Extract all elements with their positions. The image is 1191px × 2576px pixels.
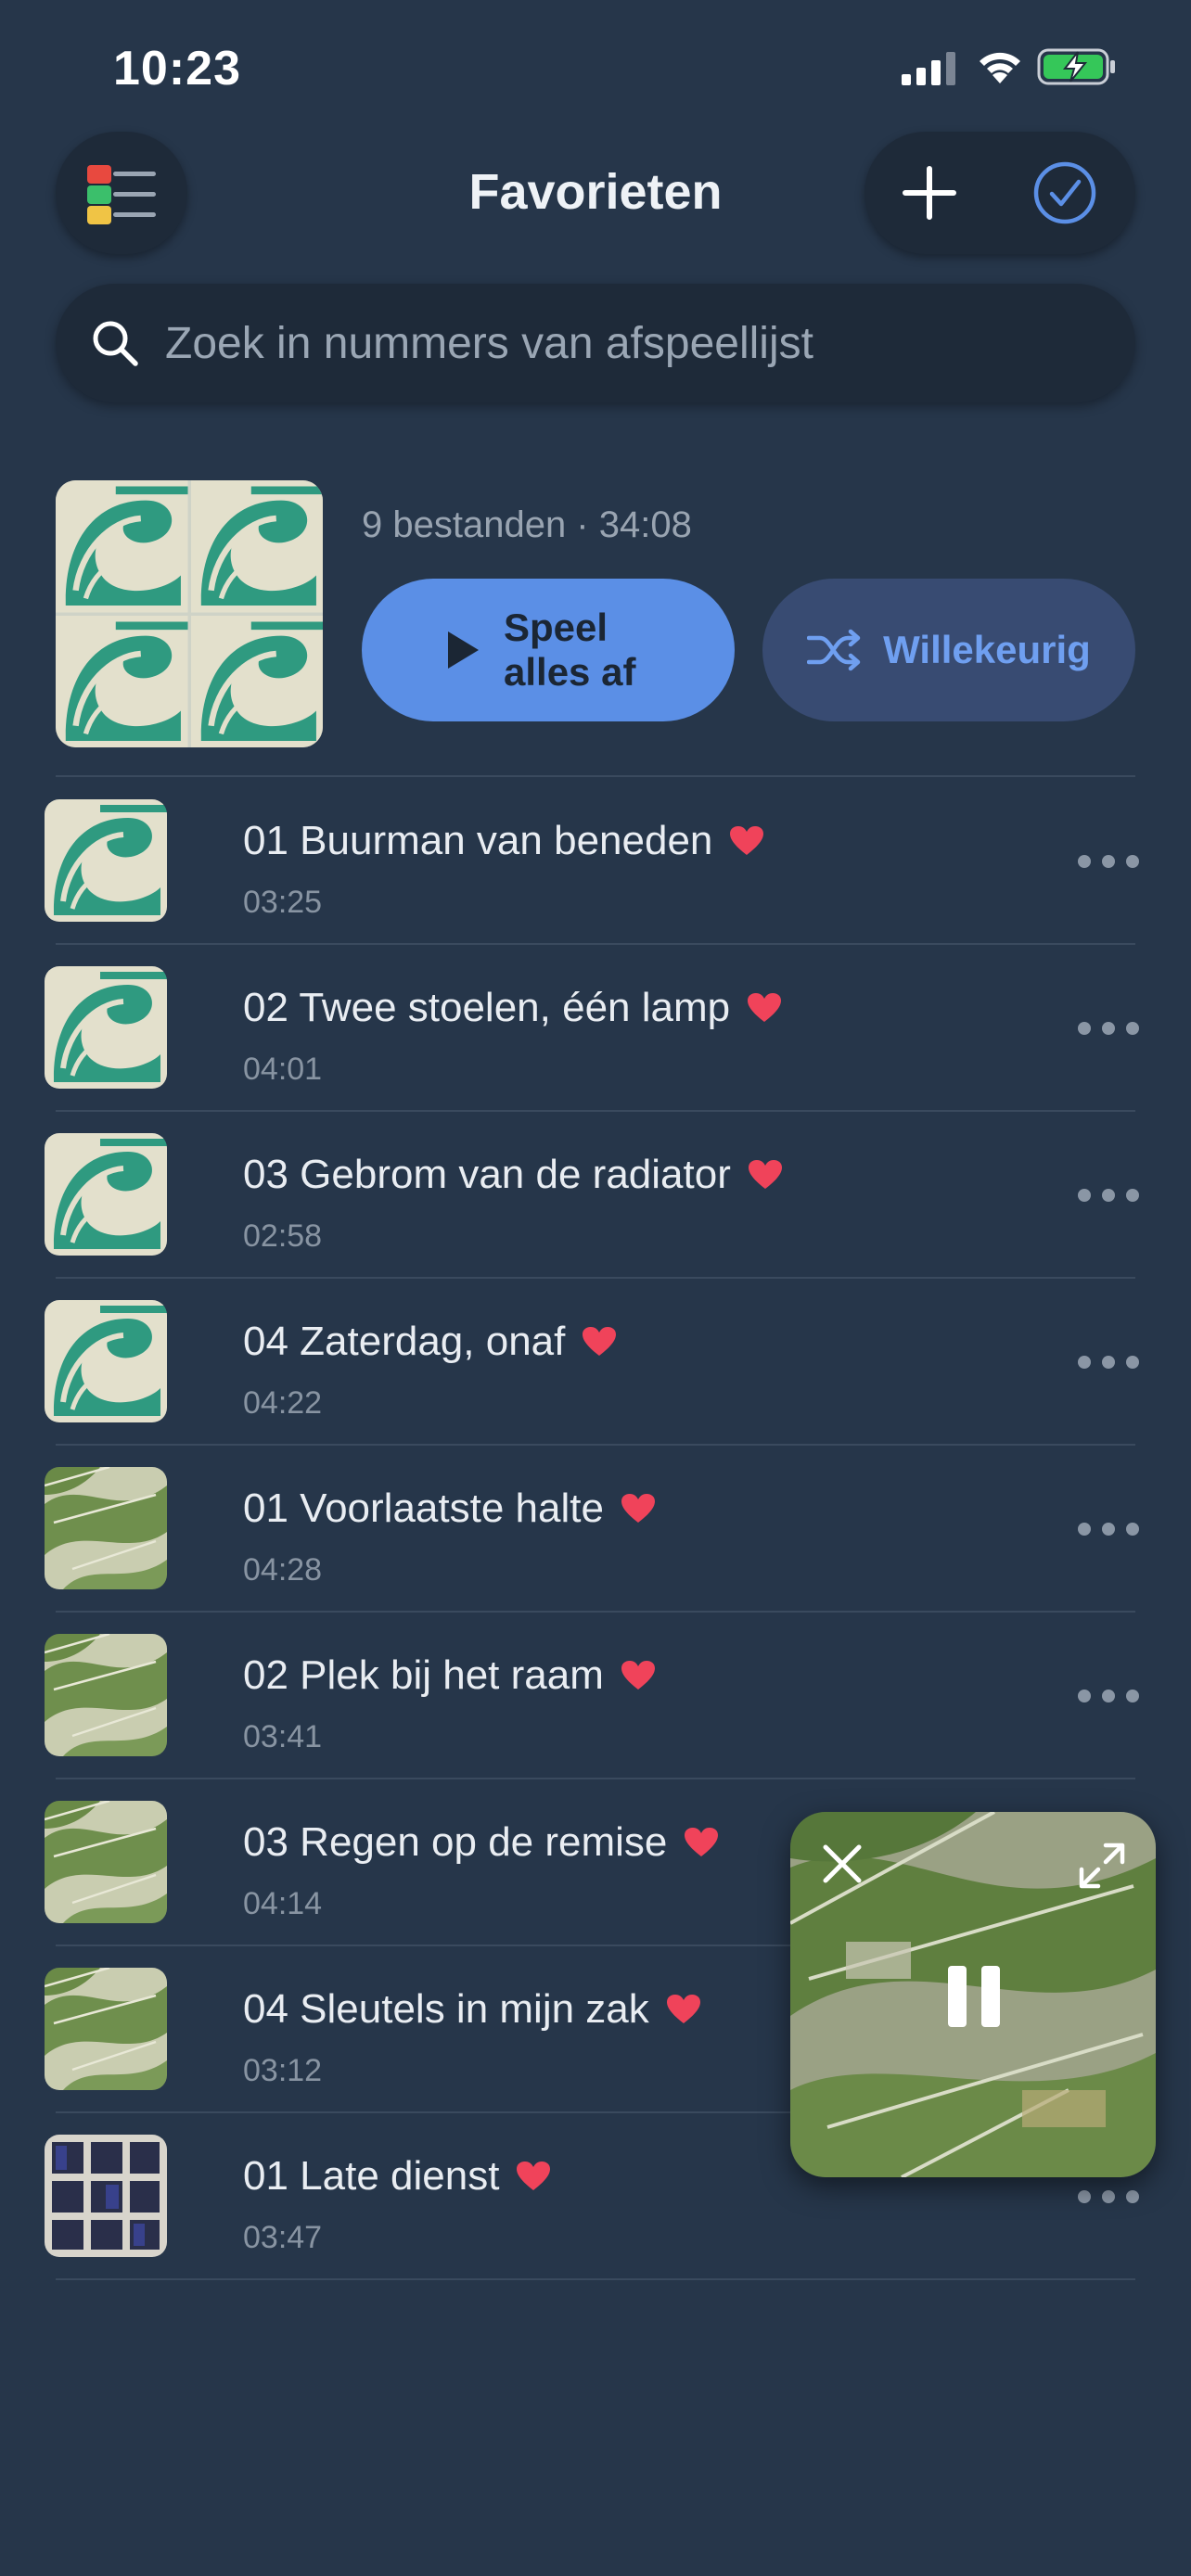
track-artwork bbox=[45, 1634, 167, 1756]
more-options-icon[interactable] bbox=[1078, 1022, 1143, 1039]
track-title-line: 03 Regen op de remise bbox=[243, 1819, 719, 1866]
track-duration: 03:25 bbox=[243, 885, 323, 920]
track-title: 04 Sleutels in mijn zak bbox=[243, 1986, 649, 2032]
track-artwork bbox=[45, 2135, 167, 2257]
track-title: 03 Regen op de remise bbox=[243, 1819, 668, 1865]
cellular-signal-icon bbox=[902, 52, 955, 85]
track-artwork bbox=[45, 799, 167, 922]
track-artwork bbox=[45, 1467, 167, 1589]
track-duration: 04:01 bbox=[243, 1052, 323, 1087]
track-row[interactable]: 03 Gebrom van de radiator 02:58 bbox=[0, 1111, 1191, 1278]
add-icon[interactable] bbox=[892, 156, 967, 230]
search-icon bbox=[93, 321, 138, 366]
track-row[interactable]: 04 Zaterdag, onaf 04:22 bbox=[0, 1278, 1191, 1445]
heart-icon[interactable] bbox=[582, 1326, 617, 1358]
status-bar: 10:23 bbox=[0, 0, 1191, 139]
track-title: 02 Plek bij het raam bbox=[243, 1652, 604, 1698]
track-title-line: 01 Late dienst bbox=[243, 2153, 551, 2200]
shuffle-label: Willekeurig bbox=[883, 628, 1091, 671]
track-title: 04 Zaterdag, onaf bbox=[243, 1319, 566, 1364]
heart-icon[interactable] bbox=[729, 825, 764, 857]
track-duration: 02:58 bbox=[243, 1218, 323, 1254]
more-options-icon[interactable] bbox=[1078, 1523, 1143, 1539]
track-title: 01 Late dienst bbox=[243, 2153, 500, 2199]
more-options-icon[interactable] bbox=[1078, 1690, 1143, 1706]
more-options-icon[interactable] bbox=[1078, 855, 1143, 872]
track-title-line: 02 Plek bij het raam bbox=[243, 1652, 656, 1699]
shuffle-button[interactable]: Willekeurig bbox=[762, 579, 1135, 721]
track-title: 02 Twee stoelen, één lamp bbox=[243, 985, 731, 1030]
track-duration: 03:47 bbox=[243, 2220, 323, 2255]
playlist-meta: 9 bestanden · 34:08 bbox=[362, 504, 692, 545]
divider bbox=[56, 2278, 1135, 2280]
track-artwork bbox=[45, 1801, 167, 1923]
battery-charging-icon bbox=[1037, 48, 1115, 85]
track-artwork bbox=[45, 966, 167, 1089]
search-bar[interactable] bbox=[56, 284, 1135, 402]
track-title: 03 Gebrom van de radiator bbox=[243, 1152, 731, 1197]
play-icon bbox=[448, 631, 479, 669]
search-input[interactable] bbox=[165, 284, 1111, 402]
track-artwork bbox=[45, 1133, 167, 1256]
heart-icon[interactable] bbox=[748, 1159, 783, 1191]
track-row[interactable]: 01 Voorlaatste halte 04:28 bbox=[0, 1445, 1191, 1612]
heart-icon[interactable] bbox=[684, 1827, 719, 1858]
track-row[interactable]: 02 Plek bij het raam 03:41 bbox=[0, 1612, 1191, 1779]
shuffle-icon bbox=[807, 629, 861, 671]
play-all-label: Speel alles af bbox=[504, 606, 636, 694]
heart-icon[interactable] bbox=[516, 2161, 551, 2192]
track-artwork bbox=[45, 1968, 167, 2090]
track-title-line: 01 Buurman van beneden bbox=[243, 818, 764, 864]
pause-icon[interactable] bbox=[944, 1964, 1004, 2029]
select-checkmark-icon[interactable] bbox=[1031, 159, 1098, 226]
track-title-line: 04 Zaterdag, onaf bbox=[243, 1319, 617, 1365]
track-row[interactable]: 01 Buurman van beneden 03:25 bbox=[0, 777, 1191, 944]
status-time: 10:23 bbox=[113, 42, 241, 96]
expand-icon[interactable] bbox=[1076, 1840, 1128, 1892]
playlist-cover bbox=[56, 480, 323, 747]
track-title: 01 Voorlaatste halte bbox=[243, 1486, 604, 1531]
header-actions bbox=[864, 132, 1135, 254]
heart-icon[interactable] bbox=[666, 1994, 701, 2025]
close-icon[interactable] bbox=[818, 1840, 866, 1888]
track-artwork bbox=[45, 1300, 167, 1422]
heart-icon[interactable] bbox=[621, 1493, 656, 1524]
track-duration: 03:41 bbox=[243, 1719, 323, 1754]
track-duration: 03:12 bbox=[243, 2053, 323, 2088]
heart-icon[interactable] bbox=[747, 992, 782, 1024]
more-options-icon[interactable] bbox=[1078, 1189, 1143, 1205]
track-title-line: 03 Gebrom van de radiator bbox=[243, 1152, 783, 1198]
mini-player[interactable] bbox=[790, 1812, 1156, 2177]
track-duration: 04:28 bbox=[243, 1552, 323, 1588]
track-duration: 04:22 bbox=[243, 1385, 323, 1421]
play-all-button[interactable]: Speel alles af bbox=[362, 579, 735, 721]
wifi-icon bbox=[980, 52, 1020, 83]
more-options-icon[interactable] bbox=[1078, 2190, 1143, 2207]
track-title-line: 01 Voorlaatste halte bbox=[243, 1486, 656, 1532]
track-title: 01 Buurman van beneden bbox=[243, 818, 713, 863]
track-duration: 04:14 bbox=[243, 1886, 323, 1921]
track-title-line: 04 Sleutels in mijn zak bbox=[243, 1986, 701, 2033]
track-row[interactable]: 02 Twee stoelen, één lamp 04:01 bbox=[0, 944, 1191, 1111]
track-title-line: 02 Twee stoelen, één lamp bbox=[243, 985, 782, 1031]
heart-icon[interactable] bbox=[621, 1660, 656, 1691]
more-options-icon[interactable] bbox=[1078, 1356, 1143, 1372]
